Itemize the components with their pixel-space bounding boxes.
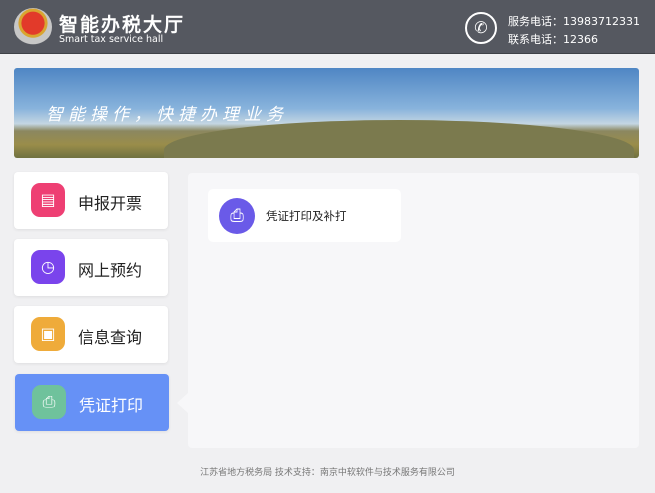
banner: 智能操作，快捷办理业务: [14, 68, 639, 158]
footer: 江苏省地方税务局 技术支持：南京中软软件与技术服务有限公司: [200, 468, 455, 478]
nav-item-declare-invoice[interactable]: ▤ 申报开票: [14, 172, 168, 229]
printer-icon: ⎙: [219, 198, 255, 234]
header: 智能办税大厅 Smart tax service hall ✆ 服务电话：139…: [0, 0, 655, 54]
banner-hill: [164, 120, 634, 158]
nav-label: 凭证打印: [79, 396, 144, 415]
nav-item-voucher-print[interactable]: ⎙ 凭证打印: [15, 374, 169, 431]
service-phone: 服务电话：13983712331: [508, 15, 640, 28]
banner-slogan: 智能操作，快捷办理业务: [46, 105, 288, 125]
phone-icon: ✆: [465, 12, 497, 44]
app-title: 智能办税大厅: [59, 14, 186, 36]
nav-label: 网上预约: [78, 261, 143, 280]
clipboard-icon: ▤: [31, 183, 65, 217]
app-subtitle: Smart tax service hall: [59, 34, 164, 45]
printer-icon: ⎙: [32, 385, 66, 419]
contact-card-icon: ▣: [31, 317, 65, 351]
national-emblem-icon: [14, 8, 52, 46]
nav-item-appointment[interactable]: ◷ 网上预约: [14, 239, 168, 296]
active-pointer: [177, 393, 188, 413]
contact-phone: 联系电话：12366: [508, 33, 598, 46]
card-voucher-print-reprint[interactable]: ⎙ 凭证打印及补打: [208, 189, 401, 242]
nav-label: 申报开票: [78, 194, 143, 213]
card-label: 凭证打印及补打: [266, 209, 347, 223]
clock-icon: ◷: [31, 250, 65, 284]
nav-label: 信息查询: [78, 328, 143, 347]
nav-item-info-query[interactable]: ▣ 信息查询: [14, 306, 168, 363]
